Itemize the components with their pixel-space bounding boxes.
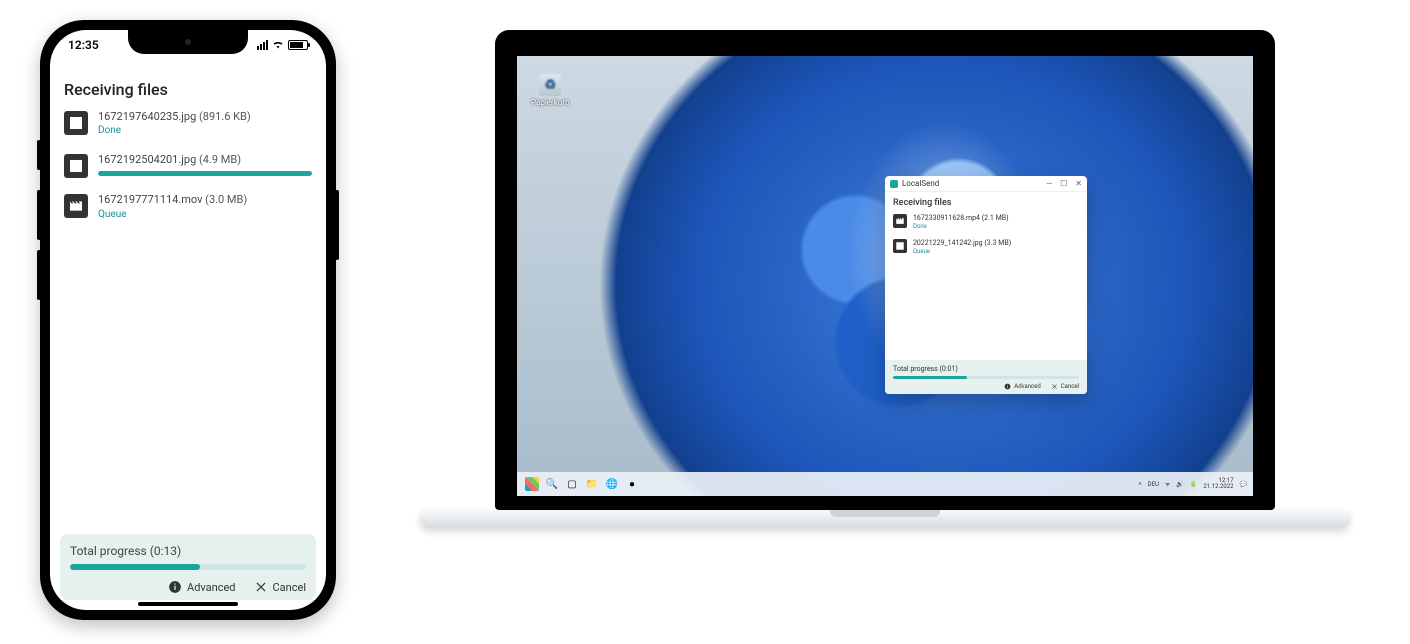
start-button[interactable] xyxy=(523,475,541,493)
status-time: 12:35 xyxy=(68,38,99,52)
edge-icon[interactable]: 🌐 xyxy=(603,475,621,493)
advanced-button[interactable]: Advanced xyxy=(168,580,235,594)
cancel-label: Cancel xyxy=(1061,383,1079,390)
file-size: 3.3 MB xyxy=(987,239,1009,247)
signal-icon xyxy=(257,40,268,50)
laptop-device-frame: Papierkorb LocalSend ─ ☐ ✕ Receiving fil… xyxy=(420,30,1350,528)
file-name: 1672197771114.mov xyxy=(98,193,202,206)
file-size: 3.0 MB xyxy=(209,193,243,206)
movie-icon xyxy=(64,194,88,218)
movie-icon xyxy=(893,214,907,228)
wifi-icon[interactable]: ᯤ xyxy=(1165,480,1170,488)
page-title: Receiving files xyxy=(50,74,326,109)
close-icon xyxy=(254,580,268,594)
clock-date: 21.12.2022 xyxy=(1203,484,1233,490)
file-list: 1672197640235.jpg (891.6 KB) Done 167219… xyxy=(50,109,326,222)
status-icons xyxy=(257,39,308,52)
phone-side-button xyxy=(37,250,41,300)
maximize-button[interactable]: ☐ xyxy=(1060,179,1067,188)
cancel-label: Cancel xyxy=(273,581,306,594)
phone-side-button xyxy=(37,140,41,170)
phone-notch xyxy=(128,30,248,54)
file-status: Done xyxy=(913,223,1009,231)
home-indicator[interactable] xyxy=(138,602,238,606)
app-icon xyxy=(890,180,898,188)
tray-lang[interactable]: DEU xyxy=(1148,481,1159,488)
image-icon xyxy=(64,111,88,135)
recycle-bin-icon xyxy=(539,74,561,96)
laptop-base xyxy=(420,510,1350,528)
laptop-bezel: Papierkorb LocalSend ─ ☐ ✕ Receiving fil… xyxy=(495,30,1275,510)
search-icon[interactable]: 🔍 xyxy=(543,475,561,493)
total-progress-card: Total progress (0:13) Advanced Cancel xyxy=(60,534,316,600)
file-progress-bar xyxy=(98,171,312,176)
close-button[interactable]: ✕ xyxy=(1075,179,1082,188)
tray-chevron-icon[interactable]: ˄ xyxy=(1138,481,1142,488)
windows-taskbar[interactable]: 🔍 ▢ 📁 🌐 ● ˄ DEU ᯤ 🔊 🔋 12:17 21.12.2022 💬 xyxy=(517,472,1253,496)
task-view-icon[interactable]: ▢ xyxy=(563,475,581,493)
phone-device-frame: 12:35 Receiving files 1672197640235.jpg … xyxy=(40,20,336,620)
phone-app: Receiving files 1672197640235.jpg (891.6… xyxy=(50,30,326,610)
image-icon xyxy=(64,154,88,178)
total-progress-card: Total progress (0:01) Advanced Cancel xyxy=(885,360,1087,394)
advanced-button[interactable]: Advanced xyxy=(1004,383,1040,390)
notification-icon[interactable]: 💬 xyxy=(1240,481,1247,488)
localsend-taskbar-icon[interactable]: ● xyxy=(623,475,641,493)
localsend-window[interactable]: LocalSend ─ ☐ ✕ Receiving files 16723309… xyxy=(885,176,1087,394)
cancel-button[interactable]: Cancel xyxy=(254,580,306,594)
phone-side-button xyxy=(335,190,339,260)
file-status: Queue xyxy=(98,208,312,222)
advanced-label: Advanced xyxy=(187,581,235,594)
file-row[interactable]: 1672330911628.mp4 (2.1 MB) Done xyxy=(893,214,1079,231)
recycle-bin-label: Papierkorb xyxy=(531,98,570,107)
wifi-icon xyxy=(272,39,284,52)
file-row[interactable]: 20221229_141242.jpg (3.3 MB) Queue xyxy=(893,239,1079,256)
phone-side-button xyxy=(37,190,41,240)
cancel-button[interactable]: Cancel xyxy=(1051,383,1079,390)
file-name: 1672330911628.mp4 xyxy=(913,214,980,222)
battery-icon[interactable]: 🔋 xyxy=(1190,481,1197,488)
page-title: Receiving files xyxy=(893,198,1079,208)
file-name: 20221229_141242.jpg xyxy=(913,239,983,247)
total-progress-label: Total progress (0:13) xyxy=(70,544,306,558)
battery-icon xyxy=(288,40,308,50)
minimize-button[interactable]: ─ xyxy=(1046,179,1052,188)
window-titlebar[interactable]: LocalSend ─ ☐ ✕ xyxy=(885,176,1087,192)
file-name: 1672192504201.jpg xyxy=(98,153,196,166)
info-icon xyxy=(168,580,182,594)
file-name: 1672197640235.jpg xyxy=(98,110,196,123)
phone-screen: 12:35 Receiving files 1672197640235.jpg … xyxy=(50,30,326,610)
image-icon xyxy=(893,239,907,253)
total-progress-label: Total progress (0:01) xyxy=(893,365,1079,373)
taskbar-clock[interactable]: 12:17 21.12.2022 xyxy=(1203,478,1233,490)
file-size: 4.9 MB xyxy=(203,153,237,166)
file-status: Queue xyxy=(913,248,1011,256)
advanced-label: Advanced xyxy=(1014,383,1040,390)
info-icon xyxy=(1004,383,1011,390)
file-explorer-icon[interactable]: 📁 xyxy=(583,475,601,493)
file-row[interactable]: 1672192504201.jpg (4.9 MB) xyxy=(64,152,312,178)
total-progress-bar xyxy=(893,376,1079,379)
volume-icon[interactable]: 🔊 xyxy=(1176,481,1183,488)
file-size: 2.1 MB xyxy=(984,214,1006,222)
file-row[interactable]: 1672197771114.mov (3.0 MB) Queue xyxy=(64,192,312,221)
window-title: LocalSend xyxy=(902,179,1042,188)
recycle-bin[interactable]: Papierkorb xyxy=(531,74,570,107)
windows-desktop[interactable]: Papierkorb LocalSend ─ ☐ ✕ Receiving fil… xyxy=(517,56,1253,496)
file-row[interactable]: 1672197640235.jpg (891.6 KB) Done xyxy=(64,109,312,138)
file-size: 891.6 KB xyxy=(203,110,247,123)
close-icon xyxy=(1051,383,1058,390)
total-progress-bar xyxy=(70,564,306,570)
file-status: Done xyxy=(98,124,312,138)
